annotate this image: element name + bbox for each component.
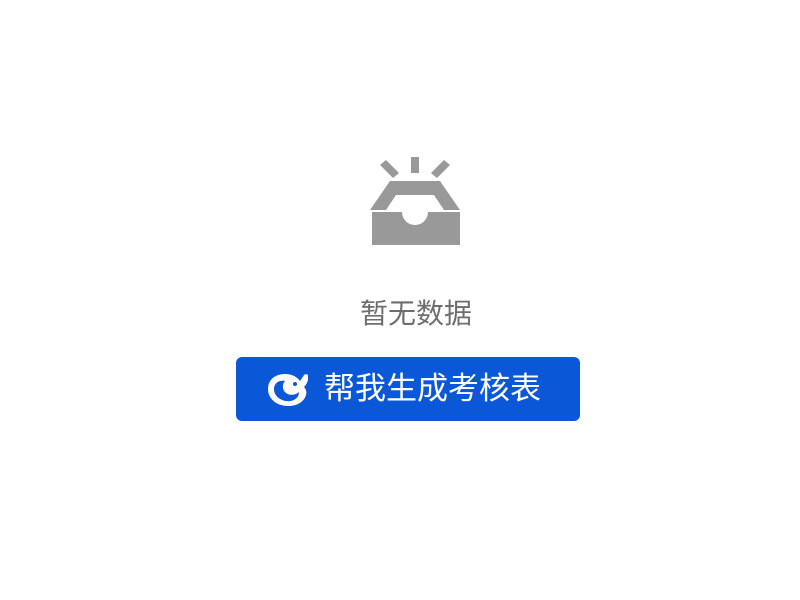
- empty-inbox-icon: [370, 157, 460, 245]
- empty-state-message: 暂无数据: [359, 297, 472, 330]
- generate-assessment-button[interactable]: 帮我生成考核表: [236, 357, 580, 421]
- empty-state-panel: 暂无数据 帮我生成考核表: [0, 0, 800, 600]
- deepseek-whale-icon: [268, 374, 308, 406]
- generate-assessment-label: 帮我生成考核表: [324, 371, 541, 407]
